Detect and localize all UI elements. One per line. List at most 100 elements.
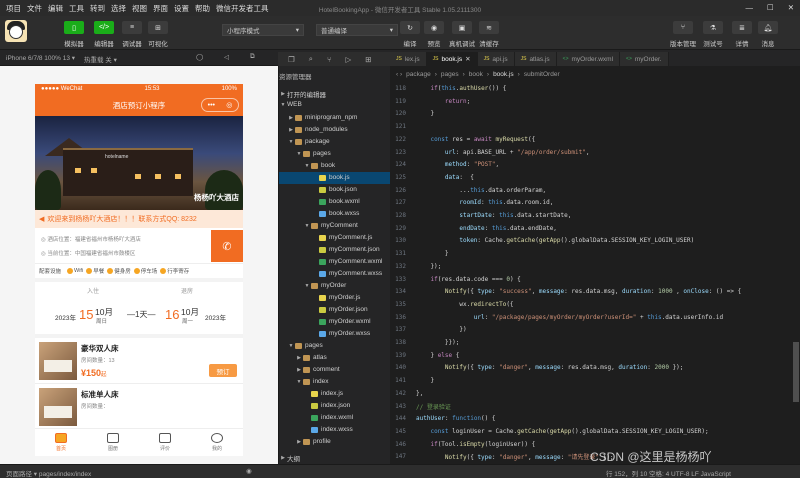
code-line[interactable]: 131 } <box>390 247 792 260</box>
tree-file[interactable]: myOrder.json <box>279 304 390 316</box>
details-button[interactable]: ≣ 详情 <box>732 21 752 48</box>
close-icon[interactable]: ✕ <box>788 3 794 12</box>
call-button[interactable]: ✆ <box>211 230 243 262</box>
hot-reload-select[interactable]: 热重载 关 ▾ <box>84 54 117 64</box>
code-line[interactable]: 141 } <box>390 374 792 387</box>
tab-profile[interactable]: 我的 <box>191 429 243 456</box>
tree-folder[interactable]: ▶ atlas <box>279 352 390 364</box>
debugger-button[interactable]: ≡ 调试器 <box>122 21 142 48</box>
tree-folder[interactable]: ▼ book <box>279 160 390 172</box>
tree-folder[interactable]: ▼ pages <box>279 340 390 352</box>
code-line[interactable]: 120 } <box>390 107 792 120</box>
debug-icon[interactable]: ▷ <box>345 55 351 64</box>
mode-select[interactable]: 小程序模式 ▾ <box>222 24 304 36</box>
tab-home[interactable]: 首页 <box>35 429 87 456</box>
tree-folder[interactable]: ▶ profile <box>279 436 390 448</box>
editor-scrollbar[interactable] <box>792 82 800 464</box>
code-line[interactable]: 121 <box>390 120 792 133</box>
outline-section[interactable]: ▶ 大纲 <box>279 452 390 464</box>
code-line[interactable]: 128 startDate: this.data.startDate, <box>390 209 792 222</box>
nav-arrows-icon[interactable]: ‹ › <box>396 71 402 78</box>
tree-file[interactable]: book.json <box>279 184 390 196</box>
tree-folder[interactable]: ▼ index <box>279 376 390 388</box>
breadcrumb-item[interactable]: pages <box>441 71 459 78</box>
code-editor[interactable]: 118 if(this.authUser()) {119 return; 120 … <box>390 82 792 464</box>
code-line[interactable]: 125 data: { <box>390 171 792 184</box>
tree-file[interactable]: book.wxml <box>279 196 390 208</box>
code-line[interactable]: 139 } else { <box>390 349 792 362</box>
compile-select[interactable]: 普通编译 ▾ <box>316 24 398 36</box>
tree-file[interactable]: myOrder.wxss <box>279 328 390 340</box>
editor-tab[interactable]: JS lex.js <box>390 52 427 66</box>
maximize-icon[interactable]: ☐ <box>767 3 774 12</box>
device-select[interactable]: iPhone 6/7/8 100% 13 ▾ <box>6 54 75 62</box>
room-card[interactable]: 标准单人床 房间数量： <box>35 384 243 430</box>
tree-file[interactable]: index.json <box>279 400 390 412</box>
simulator-button[interactable]: ▯ 模拟器 <box>64 21 84 48</box>
code-line[interactable]: 118 if(this.authUser()) { <box>390 82 792 95</box>
code-line[interactable]: 119 return; <box>390 95 792 108</box>
source-control-icon[interactable]: ⑂ <box>327 55 332 64</box>
eye-icon[interactable]: ◉ <box>246 467 252 475</box>
code-line[interactable]: 124 method: "POST", <box>390 158 792 171</box>
editor-tab[interactable]: JS atlas.js <box>514 52 557 66</box>
code-line[interactable]: 137 }) <box>390 323 792 336</box>
tree-file[interactable]: book.js <box>279 172 390 184</box>
code-line[interactable]: 140 Notify({ type: "danger", message: re… <box>390 361 792 374</box>
extensions-icon[interactable]: ⊞ <box>365 55 371 64</box>
editor-tab[interactable]: JS api.js <box>477 52 515 66</box>
visual-button[interactable]: ⊞ 可视化 <box>148 21 168 48</box>
room-card[interactable]: 豪华双人床 房间数量：13 ¥150起 预订 <box>35 338 243 384</box>
volume-icon[interactable]: ◁ <box>224 53 229 61</box>
code-line[interactable]: 130 token: Cache.getCache(getApp().globa… <box>390 234 792 247</box>
tree-file[interactable]: index.wxml <box>279 412 390 424</box>
tree-file[interactable]: myOrder.js <box>279 292 390 304</box>
editor-tab[interactable]: <> myOrder.wxml <box>556 52 621 66</box>
tree-file[interactable]: myComment.wxss <box>279 268 390 280</box>
device-debug-button[interactable]: ▣ 真机调试 <box>449 21 475 48</box>
code-line[interactable]: 135 wx.redirectTo({ <box>390 298 792 311</box>
editor-tab[interactable]: <> myOrder. <box>620 52 669 66</box>
clear-cache-button[interactable]: ≋ 清缓存 <box>479 21 499 48</box>
preview-button[interactable]: ◉ 预览 <box>424 21 444 48</box>
capsule-menu[interactable]: ••• ◎ <box>201 98 239 112</box>
breadcrumb-item[interactable]: book.js <box>493 71 514 78</box>
tree-file[interactable]: myOrder.wxml <box>279 316 390 328</box>
code-line[interactable]: 136 url: "/package/pages/myOrder/myOrder… <box>390 311 792 324</box>
close-circle-icon[interactable]: ◎ <box>226 101 232 109</box>
tree-file[interactable]: myComment.js <box>279 232 390 244</box>
code-line[interactable]: 138 }}); <box>390 336 792 349</box>
code-line[interactable]: 134 Notify({ type: "success", message: r… <box>390 285 792 298</box>
page-path[interactable]: 页面路径 ▾ pages/index/index <box>6 468 91 478</box>
version-button[interactable]: ⑂ 版本管理 <box>670 21 696 48</box>
code-line[interactable]: 132 }); <box>390 260 792 273</box>
web-section[interactable]: ▼ WEB <box>279 99 390 111</box>
code-line[interactable]: 143 // 登录验证 <box>390 400 792 413</box>
files-icon[interactable]: ❐ <box>288 55 295 64</box>
book-button[interactable]: 预订 <box>209 364 237 377</box>
code-line[interactable]: 145 const loginUser = Cache.getCache(get… <box>390 425 792 438</box>
compile-button[interactable]: ↻ 编译 <box>400 21 420 48</box>
code-line[interactable]: 122 const res = await myRequest({ <box>390 133 792 146</box>
tab-comment[interactable]: 评价 <box>139 429 191 456</box>
tree-folder[interactable]: ▶ miniprogram_npm <box>279 112 390 124</box>
minimize-icon[interactable]: — <box>745 3 753 12</box>
editor-button[interactable]: </> 编辑器 <box>94 21 114 48</box>
tree-file[interactable]: index.wxss <box>279 424 390 436</box>
date-picker[interactable]: 入住 退房 2023年 15 10月 周日 —1天— 16 10月 周一 202… <box>35 282 243 338</box>
window-icon[interactable]: ⧉ <box>250 53 255 61</box>
code-line[interactable]: 123 url: api.BASE_URL + "/app/order/subm… <box>390 146 792 159</box>
breadcrumb-item[interactable]: submitOrder <box>524 71 560 78</box>
tree-folder[interactable]: ▶ node_modules <box>279 124 390 136</box>
tree-folder[interactable]: ▼ myComment <box>279 220 390 232</box>
tree-folder[interactable]: ▶ comment <box>279 364 390 376</box>
search-icon[interactable]: ⌕ <box>309 54 313 64</box>
tree-folder[interactable]: ▼ myOrder <box>279 280 390 292</box>
breadcrumb-item[interactable]: book <box>469 71 483 78</box>
test-account-button[interactable]: ⚗ 测试号 <box>703 21 723 48</box>
tree-file[interactable]: myComment.json <box>279 244 390 256</box>
code-line[interactable]: 142}, <box>390 387 792 400</box>
code-line[interactable]: 144 authUser: function() { <box>390 412 792 425</box>
code-line[interactable]: 126 ...this.data.orderParam, <box>390 184 792 197</box>
code-line[interactable]: 127 roomId: this.data.room.id, <box>390 196 792 209</box>
